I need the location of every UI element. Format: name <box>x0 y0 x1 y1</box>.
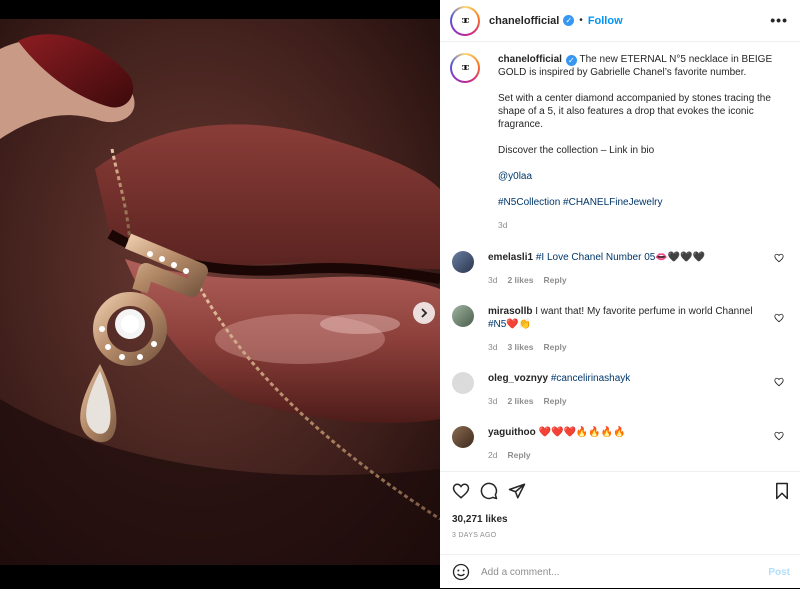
comment-hashtag-link[interactable]: #N5 <box>488 319 506 330</box>
reply-button[interactable]: Reply <box>543 274 566 287</box>
caption-hashtags-link[interactable]: #N5Collection #CHANELFineJewelry <box>498 196 788 209</box>
header-username[interactable]: chanelofficial <box>489 15 559 27</box>
comment-item: yaguithoo ❤️❤️❤️🔥🔥🔥🔥 2d Reply <box>452 426 792 462</box>
reply-button[interactable]: Reply <box>543 395 566 408</box>
reply-button[interactable]: Reply <box>543 341 566 354</box>
caption-line-3: Discover the collection – Link in bio <box>498 145 655 156</box>
caption-text: chanelofficial ✓ The new ETERNAL N°5 neck… <box>498 53 788 232</box>
caption-avatar[interactable]: ↄc <box>450 53 480 83</box>
comment-username[interactable]: oleg_voznyy <box>488 373 548 384</box>
comment-bubble-icon[interactable] <box>480 482 498 500</box>
caption-username[interactable]: chanelofficial <box>498 54 562 65</box>
likes-count[interactable]: 30,271 likes <box>452 514 508 525</box>
comment-text: 👄🖤🖤🖤 <box>655 252 706 263</box>
comment-meta: 3d 2 likes Reply <box>488 395 763 408</box>
post-image <box>0 19 440 565</box>
comment-username[interactable]: yaguithoo <box>488 427 536 438</box>
avatar[interactable] <box>452 305 474 327</box>
instagram-post-modal: ↄc chanelofficial ✓ • Follow ••• ↄc chan… <box>0 0 800 588</box>
share-paper-plane-icon[interactable] <box>508 482 526 500</box>
avatar-inner: ↄc <box>452 7 478 34</box>
save-bookmark-icon[interactable] <box>773 482 791 500</box>
comment-composer: Post <box>440 554 800 589</box>
comment-text: I want that! My favorite perfume in worl… <box>535 306 753 317</box>
comment-meta: 3d 3 likes Reply <box>488 341 763 354</box>
verified-badge-icon: ✓ <box>563 15 575 26</box>
avatar[interactable] <box>452 251 474 273</box>
comment-hashtag-link[interactable]: #I Love Chanel Number 05 <box>536 252 656 263</box>
comment-likes[interactable]: 3 likes <box>507 341 533 354</box>
chanel-logo-icon: ↄc <box>461 15 470 26</box>
post-date: 3 DAYS AGO <box>452 532 497 539</box>
avatar-inner: ↄc <box>452 55 478 81</box>
comment-text: ❤️❤️❤️🔥🔥🔥🔥 <box>538 427 626 438</box>
comment-item: mirasollb I want that! My favorite perfu… <box>452 305 792 354</box>
reply-button[interactable]: Reply <box>507 449 530 462</box>
avatar[interactable] <box>452 426 474 448</box>
caption-time: 3d <box>498 220 508 230</box>
like-heart-icon[interactable] <box>452 482 470 500</box>
comment-item: emelasli1 #I Love Chanel Number 05👄🖤🖤🖤 3… <box>452 251 792 287</box>
comment-likes[interactable]: 2 likes <box>507 395 533 408</box>
post-actions: 30,271 likes 3 DAYS AGO Post <box>440 471 800 588</box>
comment-likes[interactable]: 2 likes <box>507 274 533 287</box>
comment-item: oleg_voznyy #cancelirinashayk 3d 2 likes… <box>452 372 792 408</box>
comment-username[interactable]: mirasollb <box>488 306 532 317</box>
post-comment-button[interactable]: Post <box>768 567 790 578</box>
separator-dot: • <box>579 15 583 26</box>
action-icons <box>452 482 526 500</box>
comment-body: oleg_voznyy #cancelirinashayk 3d 2 likes… <box>488 372 763 408</box>
comment-time: 3d <box>488 396 498 406</box>
comment-time: 3d <box>488 342 498 352</box>
comment-hashtag-link[interactable]: #cancelirinashayk <box>551 373 631 384</box>
avatar[interactable] <box>452 372 474 394</box>
emoji-smile-icon[interactable] <box>452 563 470 581</box>
post-caption: ↄc chanelofficial ✓ The new ETERNAL N°5 n… <box>450 53 790 232</box>
comment-body: emelasli1 #I Love Chanel Number 05👄🖤🖤🖤 3… <box>488 251 763 287</box>
like-comment-heart-icon[interactable] <box>774 377 784 387</box>
next-slide-button[interactable] <box>413 302 435 324</box>
comment-body: yaguithoo ❤️❤️❤️🔥🔥🔥🔥 2d Reply <box>488 426 763 462</box>
comment-username[interactable]: emelasli1 <box>488 252 533 263</box>
post-header: ↄc chanelofficial ✓ • Follow ••• <box>440 0 800 42</box>
more-options-icon[interactable]: ••• <box>770 12 788 28</box>
comment-time: 2d <box>488 450 498 460</box>
comment-meta: 2d Reply <box>488 449 763 462</box>
follow-button[interactable]: Follow <box>588 15 623 27</box>
chevron-right-icon <box>421 308 428 318</box>
like-comment-heart-icon[interactable] <box>774 253 784 263</box>
comment-meta: 3d 2 likes Reply <box>488 274 763 287</box>
comment-input[interactable] <box>481 566 751 578</box>
comment-body: mirasollb I want that! My favorite perfu… <box>488 305 763 354</box>
caption-line-2: Set with a center diamond accompanied by… <box>498 93 771 130</box>
caption-mention-link[interactable]: @y0laa <box>498 170 788 183</box>
verified-badge-icon: ✓ <box>565 55 577 66</box>
comment-text-emoji: ❤️👏 <box>506 319 532 330</box>
post-sidebar: ↄc chanelofficial ✓ • Follow ••• ↄc chan… <box>440 0 800 588</box>
comments-scroll-area[interactable]: ↄc chanelofficial ✓ The new ETERNAL N°5 n… <box>440 43 800 471</box>
lips-necklace-photo <box>0 19 440 565</box>
avatar[interactable]: ↄc <box>450 5 480 36</box>
like-comment-heart-icon[interactable] <box>774 431 784 441</box>
chanel-logo-icon: ↄc <box>461 63 470 73</box>
like-comment-heart-icon[interactable] <box>774 313 784 323</box>
comment-time: 3d <box>488 275 498 285</box>
